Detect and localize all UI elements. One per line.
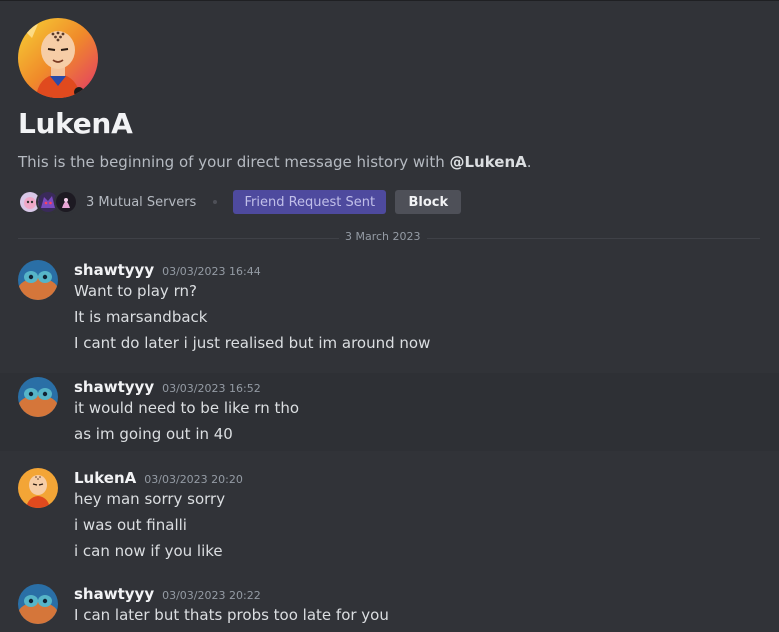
user-avatar[interactable] [18, 377, 58, 417]
message-text: as im going out in 40 [74, 425, 233, 443]
avatar-image [18, 377, 58, 417]
dm-channel: LukenA This is the beginning of your dir… [0, 0, 779, 632]
mutual-servers-row: 3 Mutual Servers Friend Request Sent Blo… [18, 189, 462, 215]
message-group: shawtyyy 03/03/2023 20:22 I can later bu… [0, 577, 779, 632]
message-author[interactable]: shawtyyy [74, 261, 154, 279]
message-text: It is marsandback [74, 308, 208, 326]
server-icon-3 [54, 190, 78, 214]
avatar-image [18, 260, 58, 300]
dm-intro-text: This is the beginning of your direct mes… [18, 153, 532, 171]
mutual-server-icons[interactable] [18, 190, 78, 214]
avatar-image [18, 468, 58, 508]
message-group: shawtyyy 03/03/2023 16:52 it would need … [0, 373, 779, 451]
profile-name: LukenA [18, 107, 133, 140]
message-header: shawtyyy 03/03/2023 20:22 [74, 585, 261, 603]
message-timestamp: 03/03/2023 16:44 [162, 265, 261, 278]
message-author[interactable]: shawtyyy [74, 378, 154, 396]
user-avatar[interactable] [18, 584, 58, 624]
message-text: I can later but thats probs too late for… [74, 606, 389, 624]
message-author[interactable]: LukenA [74, 469, 136, 487]
user-avatar[interactable] [18, 468, 58, 508]
message-group: shawtyyy 03/03/2023 16:44 Want to play r… [0, 253, 779, 365]
friend-request-sent-button[interactable]: Friend Request Sent [233, 190, 387, 214]
mutual-servers-label[interactable]: 3 Mutual Servers [86, 195, 196, 210]
message-text: hey man sorry sorry [74, 490, 226, 508]
separator-dot [213, 200, 218, 204]
message-group: LukenA 03/03/2023 20:20 hey man sorry so… [0, 461, 779, 565]
message-author[interactable]: shawtyyy [74, 585, 154, 603]
user-avatar[interactable] [18, 260, 58, 300]
message-timestamp: 03/03/2023 20:20 [144, 473, 243, 486]
message-header: shawtyyy 03/03/2023 16:52 [74, 378, 261, 396]
message-text: I cant do later i just realised but im a… [74, 334, 431, 352]
message-text: i was out finalli [74, 516, 187, 534]
message-timestamp: 03/03/2023 20:22 [162, 589, 261, 602]
block-button[interactable]: Block [395, 190, 462, 214]
message-header: LukenA 03/03/2023 20:20 [74, 469, 243, 487]
message-text: it would need to be like rn tho [74, 399, 300, 417]
avatar-image [18, 584, 58, 624]
message-header: shawtyyy 03/03/2023 16:44 [74, 261, 261, 279]
message-timestamp: 03/03/2023 16:52 [162, 382, 261, 395]
profile-avatar[interactable] [18, 18, 98, 98]
date-divider-label: 3 March 2023 [339, 230, 427, 243]
message-text: i can now if you like [74, 542, 223, 560]
message-text: Want to play rn? [74, 282, 197, 300]
user-mention[interactable]: @LukenA [449, 153, 526, 171]
krillin-avatar-image [18, 18, 98, 98]
